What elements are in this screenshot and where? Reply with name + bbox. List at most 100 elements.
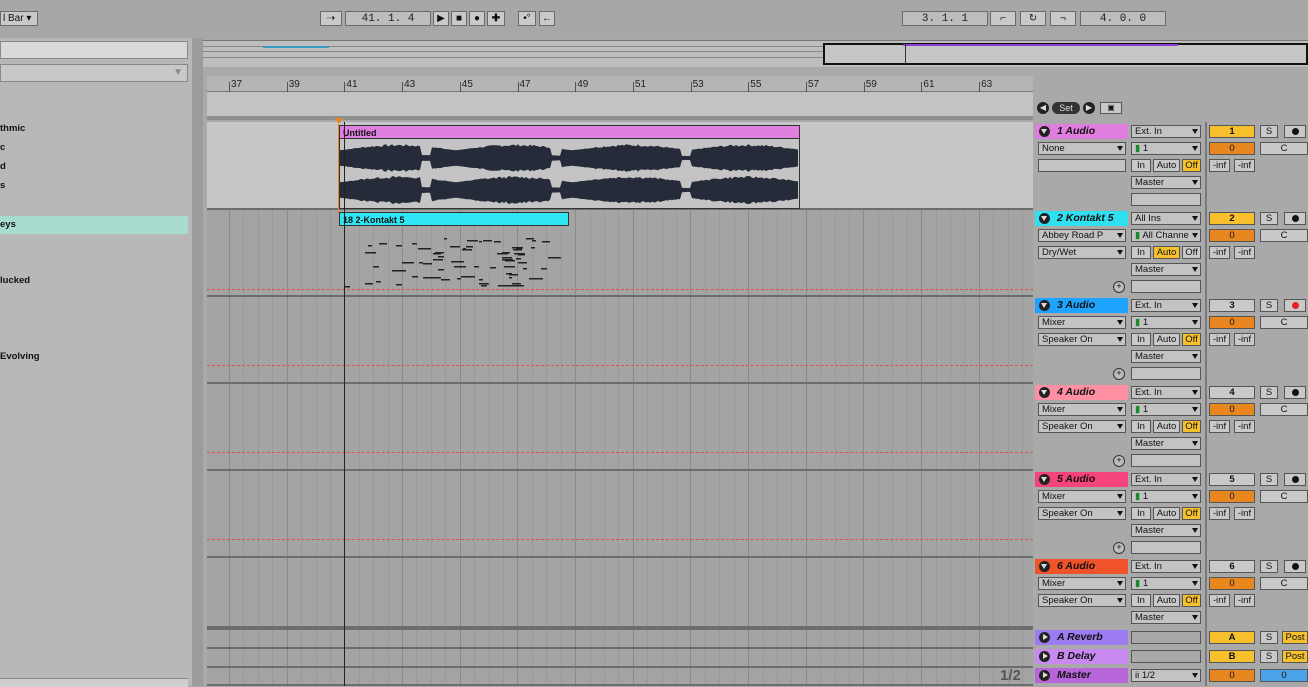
beat-time-ruler[interactable]: 37 39 41 43 45 47 49 51 53 55 57 59 61 63 [207, 76, 1033, 116]
back-to-arrangement-icon[interactable]: ← [539, 11, 555, 26]
monitor-auto-button[interactable]: Auto [1153, 159, 1180, 172]
song-position[interactable]: 41. 1. 4 [345, 11, 431, 26]
input-channel-select[interactable]: ▮ 1 [1131, 316, 1201, 329]
loop-switch-icon[interactable]: ↻ [1020, 11, 1046, 26]
stop-icon[interactable]: ■ [451, 11, 467, 26]
browser-search-field[interactable] [0, 41, 188, 59]
input-type-select[interactable]: Ext. In [1131, 560, 1201, 573]
arm-button[interactable] [1284, 560, 1306, 573]
pan-field[interactable]: C [1260, 142, 1308, 155]
arm-button[interactable] [1284, 386, 1306, 399]
track-header[interactable]: 1 Audio [1035, 124, 1128, 139]
device-chooser[interactable]: Mixer [1038, 490, 1126, 503]
input-type-select[interactable]: Ext. In [1131, 473, 1201, 486]
monitor-off-button[interactable]: Off [1182, 333, 1201, 346]
track-activator[interactable]: 5 [1209, 473, 1255, 486]
output-select[interactable]: Master [1131, 176, 1201, 189]
lock-icon[interactable]: ▣ [1100, 102, 1122, 114]
output-select[interactable]: Master [1131, 611, 1201, 624]
track-activator[interactable]: 6 [1209, 560, 1255, 573]
return-b-number[interactable]: B [1209, 650, 1255, 663]
volume-field[interactable]: 0 [1209, 229, 1255, 242]
punch-out-icon[interactable]: ¬ [1050, 11, 1076, 26]
list-item[interactable]: thmic [0, 121, 188, 137]
output-channel-select[interactable] [1131, 193, 1201, 206]
parameter-chooser[interactable]: Speaker On [1038, 507, 1126, 520]
expand-icon[interactable] [1039, 651, 1050, 662]
arrangement-overview[interactable] [203, 40, 1308, 67]
output-select[interactable]: Master [1131, 524, 1201, 537]
volume-field[interactable]: 0 [1209, 577, 1255, 590]
input-channel-select[interactable]: ▮ 1 [1131, 490, 1201, 503]
loop-start[interactable]: 3. 1. 1 [902, 11, 988, 26]
cue-volume[interactable]: 0 [1260, 669, 1308, 682]
automation-arm-icon[interactable]: •° [518, 11, 536, 26]
arm-button[interactable] [1284, 473, 1306, 486]
output-channel-select[interactable] [1131, 367, 1201, 380]
monitor-in-button[interactable]: In [1131, 507, 1151, 520]
track-activator[interactable]: 3 [1209, 299, 1255, 312]
output-channel-select[interactable] [1131, 541, 1201, 554]
solo-button[interactable]: S [1260, 299, 1278, 312]
midi-clip[interactable]: 18 2-Kontakt 5 [339, 212, 569, 296]
monitor-auto-button[interactable]: Auto [1153, 246, 1180, 259]
device-chooser[interactable]: Mixer [1038, 577, 1126, 590]
fold-icon[interactable] [1039, 300, 1050, 311]
track-lane[interactable] [207, 471, 1033, 558]
pan-field[interactable]: C [1260, 316, 1308, 329]
volume-field[interactable]: 0 [1209, 490, 1255, 503]
cue-output-select[interactable]: ii 1/2 [1131, 669, 1201, 682]
post-button[interactable]: Post [1282, 650, 1308, 663]
device-chooser[interactable]: None [1038, 142, 1126, 155]
output-select[interactable]: Master [1131, 263, 1201, 276]
browser-header[interactable]: ▼ [0, 64, 188, 82]
monitor-auto-button[interactable]: Auto [1153, 507, 1180, 520]
device-chooser[interactable]: Mixer [1038, 316, 1126, 329]
quantize-menu[interactable]: l Bar ▾ [0, 11, 38, 26]
track-lane[interactable] [207, 558, 1033, 628]
add-lane-icon[interactable]: + [1113, 542, 1125, 554]
list-item[interactable]: s [0, 178, 188, 194]
monitor-in-button[interactable]: In [1131, 333, 1151, 346]
output-channel-select[interactable] [1131, 280, 1201, 293]
output-select[interactable]: Master [1131, 350, 1201, 363]
start-marker-icon[interactable] [335, 118, 343, 124]
input-type-select[interactable]: Ext. In [1131, 125, 1201, 138]
overview-viewport[interactable] [823, 43, 1308, 65]
input-type-select[interactable]: All Ins [1131, 212, 1201, 225]
device-chooser[interactable]: Abbey Road P [1038, 229, 1126, 242]
track-activator[interactable]: 1 [1209, 125, 1255, 138]
parameter-chooser[interactable]: Dry/Wet [1038, 246, 1126, 259]
track-header[interactable]: 6 Audio [1035, 559, 1128, 574]
solo-button[interactable]: S [1260, 125, 1278, 138]
fold-icon[interactable] [1039, 126, 1050, 137]
return-lane[interactable] [207, 630, 1033, 649]
monitor-in-button[interactable]: In [1131, 246, 1151, 259]
track-activator[interactable]: 2 [1209, 212, 1255, 225]
expand-icon[interactable] [1039, 670, 1050, 681]
input-type-select[interactable]: Ext. In [1131, 386, 1201, 399]
set-locator-button[interactable]: Set [1052, 102, 1080, 114]
fold-icon[interactable] [1039, 213, 1050, 224]
solo-button[interactable]: S [1260, 386, 1278, 399]
track-header[interactable]: 2 Kontakt 5 [1035, 211, 1128, 226]
parameter-chooser[interactable]: Speaker On [1038, 333, 1126, 346]
post-button[interactable]: Post [1282, 631, 1308, 644]
add-lane-icon[interactable]: + [1113, 368, 1125, 380]
punch-in-icon[interactable]: ⌐ [990, 11, 1016, 26]
loop-brace[interactable] [207, 116, 1033, 120]
input-channel-select[interactable]: ▮ 1 [1131, 577, 1201, 590]
solo-button[interactable]: S [1260, 560, 1278, 573]
volume-field[interactable]: 0 [1209, 403, 1255, 416]
track-lane[interactable] [207, 210, 1033, 297]
track-header[interactable]: 4 Audio [1035, 385, 1128, 400]
monitor-in-button[interactable]: In [1131, 420, 1151, 433]
next-locator-icon[interactable]: ▶ [1083, 102, 1095, 114]
overdub-icon[interactable]: ✚ [487, 11, 505, 26]
list-item[interactable]: lucked [0, 273, 188, 289]
monitor-off-button[interactable]: Off [1182, 159, 1201, 172]
loop-length[interactable]: 4. 0. 0 [1080, 11, 1166, 26]
return-track-b-header[interactable]: B Delay [1035, 649, 1128, 664]
monitor-auto-button[interactable]: Auto [1153, 333, 1180, 346]
pan-field[interactable]: C [1260, 490, 1308, 503]
